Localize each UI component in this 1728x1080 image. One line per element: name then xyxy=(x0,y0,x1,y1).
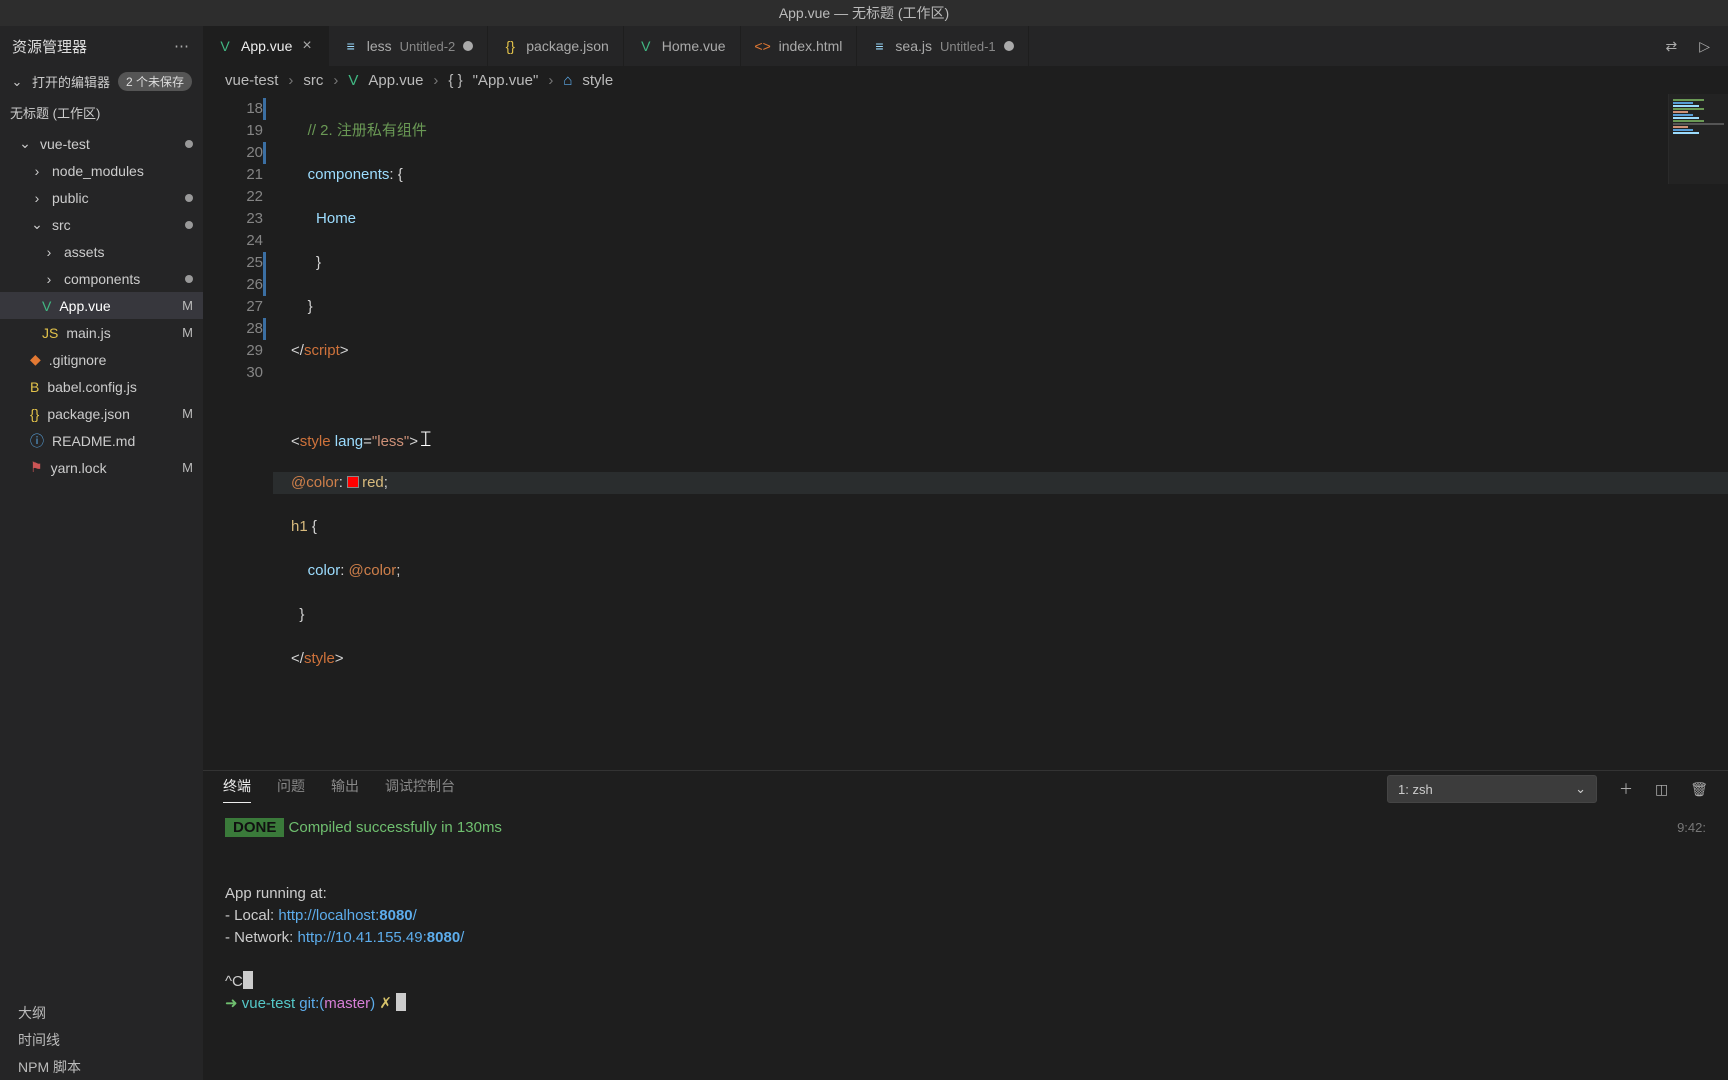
file-babel-config[interactable]: B babel.config.js xyxy=(0,373,203,400)
file-readme[interactable]: ⓘ README.md xyxy=(0,427,203,454)
chevron-down-icon: ⌄ xyxy=(18,135,32,152)
npm-scripts-section[interactable]: NPM 脚本 xyxy=(0,1053,203,1080)
dirty-dot-icon xyxy=(1004,41,1014,51)
panel-tab-output[interactable]: 输出 xyxy=(331,776,359,802)
block-cursor-icon xyxy=(396,993,406,1011)
chevron-right-icon: › xyxy=(30,190,44,206)
git-file-icon: ◆ xyxy=(30,351,41,368)
dirty-dot-icon xyxy=(185,194,193,202)
more-icon[interactable]: ⋯ xyxy=(174,37,191,55)
line-gutter: 18 19 20 21 22 23 24 25 26 27 28 29 30 xyxy=(203,94,273,770)
window-title-bar: App.vue — 无标题 (工作区) xyxy=(0,0,1728,26)
modified-badge: M xyxy=(182,325,193,340)
chevron-right-icon: › xyxy=(30,163,44,179)
less-file-icon: ≡ xyxy=(343,38,359,54)
folder-components[interactable]: › components xyxy=(0,265,203,292)
explorer-sidebar: 资源管理器 ⋯ ⌄ 打开的编辑器 2 个未保存 无标题 (工作区) ⌄ vue-… xyxy=(0,26,203,1080)
panel-tab-problems[interactable]: 问题 xyxy=(277,776,305,802)
terminal-body[interactable]: DONE Compiled successfully in 130ms9:42:… xyxy=(203,807,1728,1080)
folder-assets[interactable]: › assets xyxy=(0,238,203,265)
style-symbol-icon: ⌂ xyxy=(563,72,572,89)
folder-src[interactable]: ⌄ src xyxy=(0,211,203,238)
json-file-icon: {} xyxy=(30,406,39,422)
folder-vue-test[interactable]: ⌄ vue-test xyxy=(0,130,203,157)
folder-node-modules[interactable]: › node_modules xyxy=(0,157,203,184)
file-app-vue[interactable]: V App.vue M xyxy=(0,292,203,319)
workspace-label: 无标题 (工作区) xyxy=(10,103,100,122)
panel-tabstrip: 终端 问题 输出 调试控制台 1: zsh ⌄ ＋ ◫ 🗑 xyxy=(203,771,1728,807)
tab-index-html[interactable]: <> index.html xyxy=(741,26,858,66)
less-file-icon: ≡ xyxy=(871,38,887,54)
dirty-dot-icon xyxy=(185,275,193,283)
js-file-icon: JS xyxy=(42,325,58,341)
panel-tab-debug[interactable]: 调试控制台 xyxy=(385,776,455,802)
bottom-panel: 终端 问题 输出 调试控制台 1: zsh ⌄ ＋ ◫ 🗑 DONE Compi… xyxy=(203,770,1728,1080)
chevron-down-icon: ⌄ xyxy=(1575,781,1586,797)
babel-file-icon: B xyxy=(30,379,39,395)
open-editors-label: 打开的编辑器 xyxy=(32,72,110,91)
tab-app-vue[interactable]: V App.vue × xyxy=(203,26,329,66)
file-yarn-lock[interactable]: ⚑ yarn.lock M xyxy=(0,454,203,481)
timeline-section[interactable]: 时间线 xyxy=(0,1026,203,1053)
html-file-icon: <> xyxy=(755,38,771,54)
tab-seajs-untitled1[interactable]: ≡ sea.js Untitled-1 xyxy=(857,26,1028,66)
code-editor[interactable]: 18 19 20 21 22 23 24 25 26 27 28 29 30 /… xyxy=(203,94,1728,770)
dirty-dot-icon xyxy=(185,221,193,229)
json-file-icon: {} xyxy=(502,38,518,54)
window-title: App.vue — 无标题 (工作区) xyxy=(779,3,949,23)
run-icon[interactable]: ▷ xyxy=(1699,38,1710,55)
minimap[interactable] xyxy=(1668,94,1728,184)
modified-badge: M xyxy=(182,460,193,475)
new-terminal-icon[interactable]: ＋ xyxy=(1619,779,1633,799)
lock-file-icon: ⚑ xyxy=(30,459,43,476)
file-gitignore[interactable]: ◆ .gitignore xyxy=(0,346,203,373)
file-main-js[interactable]: JS main.js M xyxy=(0,319,203,346)
vue-file-icon: V xyxy=(348,72,358,89)
tab-home-vue[interactable]: V Home.vue xyxy=(624,26,741,66)
modified-badge: M xyxy=(182,406,193,421)
unsaved-badge: 2 个未保存 xyxy=(118,72,192,91)
workspace-section[interactable]: 无标题 (工作区) xyxy=(0,97,203,128)
open-editors-section[interactable]: ⌄ 打开的编辑器 2 个未保存 xyxy=(0,66,203,97)
tab-actions: ⇄ ▷ xyxy=(1647,26,1728,66)
close-icon[interactable]: × xyxy=(300,37,313,55)
folder-public[interactable]: › public xyxy=(0,184,203,211)
file-tree: ⌄ vue-test › node_modules › public ⌄ src… xyxy=(0,128,203,483)
terminal-selector[interactable]: 1: zsh ⌄ xyxy=(1387,775,1597,803)
code-text-area[interactable]: // 2. 注册私有组件 components: { Home } } </sc… xyxy=(273,94,1728,770)
tab-less-untitled2[interactable]: ≡ less Untitled-2 xyxy=(329,26,489,66)
block-cursor-icon xyxy=(243,971,253,989)
tab-package-json[interactable]: {} package.json xyxy=(488,26,624,66)
outline-section[interactable]: 大纲 xyxy=(0,999,203,1026)
vue-file-icon: V xyxy=(638,38,654,54)
dirty-dot-icon xyxy=(463,41,473,51)
vue-file-icon: V xyxy=(42,298,51,314)
compare-icon[interactable]: ⇄ xyxy=(1665,38,1677,55)
main-area: V App.vue × ≡ less Untitled-2 {} package… xyxy=(203,26,1728,1080)
vue-file-icon: V xyxy=(217,38,233,54)
chevron-right-icon: › xyxy=(42,271,56,287)
split-terminal-icon[interactable]: ◫ xyxy=(1655,781,1668,798)
chevron-down-icon: ⌄ xyxy=(30,216,44,233)
dirty-dot-icon xyxy=(185,140,193,148)
file-package-json[interactable]: {} package.json M xyxy=(0,400,203,427)
panel-tab-terminal[interactable]: 终端 xyxy=(223,776,251,803)
chevron-right-icon: › xyxy=(42,244,56,260)
braces-icon: { } xyxy=(448,72,462,89)
explorer-title: 资源管理器 xyxy=(12,36,87,57)
breadcrumb[interactable]: vue-test› src› V App.vue› { } "App.vue"›… xyxy=(203,66,1728,94)
modified-badge: M xyxy=(182,298,193,313)
explorer-header: 资源管理器 ⋯ xyxy=(0,26,203,66)
done-badge: DONE xyxy=(225,818,284,837)
markdown-file-icon: ⓘ xyxy=(30,431,44,451)
chevron-down-icon: ⌄ xyxy=(10,74,24,90)
kill-terminal-icon[interactable]: 🗑 xyxy=(1690,781,1708,798)
editor-tabstrip: V App.vue × ≡ less Untitled-2 {} package… xyxy=(203,26,1728,66)
